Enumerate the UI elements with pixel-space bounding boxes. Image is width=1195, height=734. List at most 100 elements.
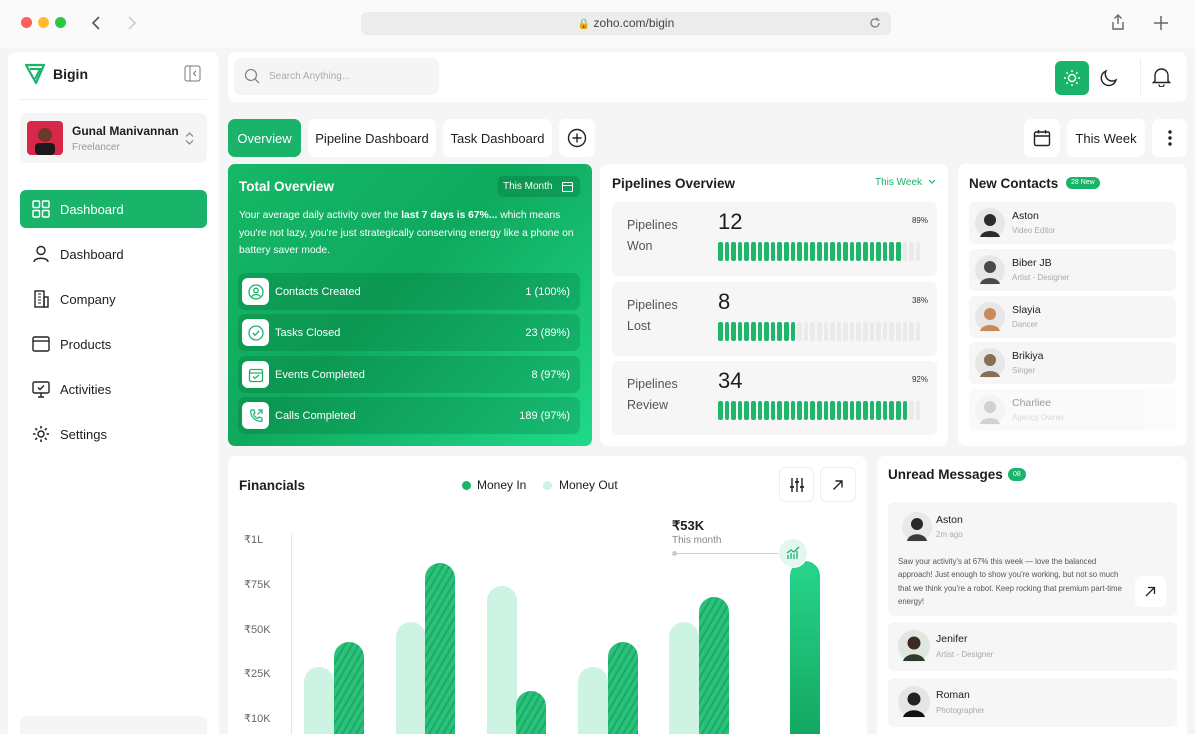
avatar [902,512,932,542]
tab-overview[interactable]: Overview [228,119,301,157]
contact-name: Slayia [1012,304,1041,316]
total-overview-card: Total Overview This Month Your average d… [228,164,592,446]
sidebar-item-label: Settings [60,426,107,442]
trend-marker[interactable] [778,538,808,568]
progress-segment [876,322,881,341]
legend-swatch-money-in [462,481,471,490]
bar-money-out[interactable] [487,586,517,734]
moon-icon[interactable] [1099,68,1119,88]
bar-money-in[interactable] [699,597,729,734]
legend-money-in: Money In [477,478,527,492]
progress-segment [783,242,789,261]
search-icon [244,68,260,84]
more-options-button[interactable] [1152,119,1187,157]
sidebar-item-activities[interactable]: Activities [20,370,207,408]
sidebar-item-label: Company [60,291,116,307]
bar-money-out[interactable] [304,667,334,734]
sidebar-item-products[interactable]: Products [20,325,207,363]
sidebar-item-dashboard-2[interactable]: Dashboard [20,235,207,273]
add-tab-button[interactable] [559,119,595,157]
reload-icon[interactable] [869,17,881,29]
collapse-sidebar-icon[interactable] [184,65,201,82]
progress-segment [764,401,769,420]
sidebar-item-label: Activities [60,381,112,397]
progress-segment [876,242,881,261]
stat-row-tasks[interactable]: Tasks Closed 23 (89%) [238,314,580,351]
period-dropdown[interactable]: This Month [498,176,580,197]
contact-item[interactable]: Aston Video Editor [969,202,1176,244]
sidebar-item-label: Dashboard [60,201,124,217]
contact-item[interactable]: Brikiya Singer [969,342,1176,384]
progress-segment [744,242,749,261]
contact-item[interactable]: Biber JB Artist - Designer [969,249,1176,291]
address-bar[interactable]: 🔒 zoho.com/bigin [361,12,891,35]
bar-money-out[interactable] [578,667,608,734]
activity-description: Your average daily activity over the las… [239,207,574,260]
contact-item[interactable]: Slayia Dancer [969,296,1176,338]
zoom-window-dot[interactable] [55,17,66,28]
pipeline-label: Pipelines Won [627,215,697,257]
stat-row-contacts[interactable]: Contacts Created 1 (100%) [238,273,580,310]
divider [1140,58,1141,96]
period-selector[interactable]: This Week [1067,119,1145,157]
monitor-check-icon [32,381,50,398]
avatar [975,348,1005,378]
stat-value: 1 (100%) [525,285,570,298]
pipelines-period-dropdown[interactable]: This Week [875,177,936,188]
message-item[interactable]: Aston 2m ago Saw your activity's at 67% … [888,502,1177,616]
bar-money-in[interactable] [425,562,455,734]
bar-money-in[interactable] [790,561,820,734]
contact-name: Aston [1012,210,1039,222]
expand-button[interactable] [820,467,856,502]
progress-segment [856,322,862,341]
progress-segment [863,322,868,341]
back-arrow-icon[interactable] [90,15,102,31]
bar-money-in[interactable] [516,690,546,734]
share-icon[interactable] [1111,14,1125,31]
avatar [898,630,930,662]
sidebar-item-settings[interactable]: Settings [20,415,207,453]
contact-icon [242,278,269,305]
stat-label: Contacts Created [275,285,361,298]
avatar [975,208,1005,238]
pipeline-row[interactable]: Pipelines Won 12 89% [612,202,937,276]
bar-money-in[interactable] [334,642,364,734]
tooltip-value: ₹53K [672,518,705,533]
forward-arrow-icon[interactable] [126,15,138,31]
message-item[interactable]: Roman Photographer [888,678,1177,727]
bell-icon[interactable] [1152,67,1171,87]
tab-task-dashboard[interactable]: Task Dashboard [443,119,552,157]
progress-segment [843,242,848,261]
minimize-window-dot[interactable] [38,17,49,28]
legend-swatch-money-out [543,481,552,490]
progress-segment [750,401,756,420]
progress-segment [724,322,730,341]
pipeline-row[interactable]: Pipelines Lost 8 38% [612,282,937,356]
bar-money-out[interactable] [396,622,426,734]
progress-segment [856,242,862,261]
calendar-button[interactable] [1024,119,1060,157]
message-sender: Roman [936,689,970,701]
chevron-updown-icon[interactable] [185,132,194,145]
contact-item[interactable]: Charliee Agency Owner [969,389,1176,431]
pipelines-period-label: This Week [875,177,923,188]
stat-row-calls[interactable]: Calls Completed 189 (97%) [238,397,580,434]
progress-segment [757,242,763,261]
tab-pipeline-dashboard[interactable]: Pipeline Dashboard [308,119,436,157]
desc-highlight: last 7 days is 67%... [401,210,498,221]
bar-money-out[interactable] [669,622,699,734]
sidebar-item-company[interactable]: Company [20,280,207,318]
new-tab-icon[interactable] [1154,16,1168,30]
open-message-button[interactable] [1135,576,1166,607]
arrow-up-right-icon [1145,586,1156,597]
bar-money-in[interactable] [608,642,638,734]
progress-segment [889,322,895,341]
close-window-dot[interactable] [21,17,32,28]
stat-row-events[interactable]: Events Completed 8 (97%) [238,356,580,393]
message-item[interactable]: Jenifer Artist - Designer [888,622,1177,671]
progress-segment [718,322,723,341]
pipeline-row[interactable]: Pipelines Review 34 92% [612,361,937,435]
progress-segment [843,322,848,341]
sidebar-item-dashboard[interactable]: Dashboard [20,190,207,228]
filter-button[interactable] [779,467,814,502]
